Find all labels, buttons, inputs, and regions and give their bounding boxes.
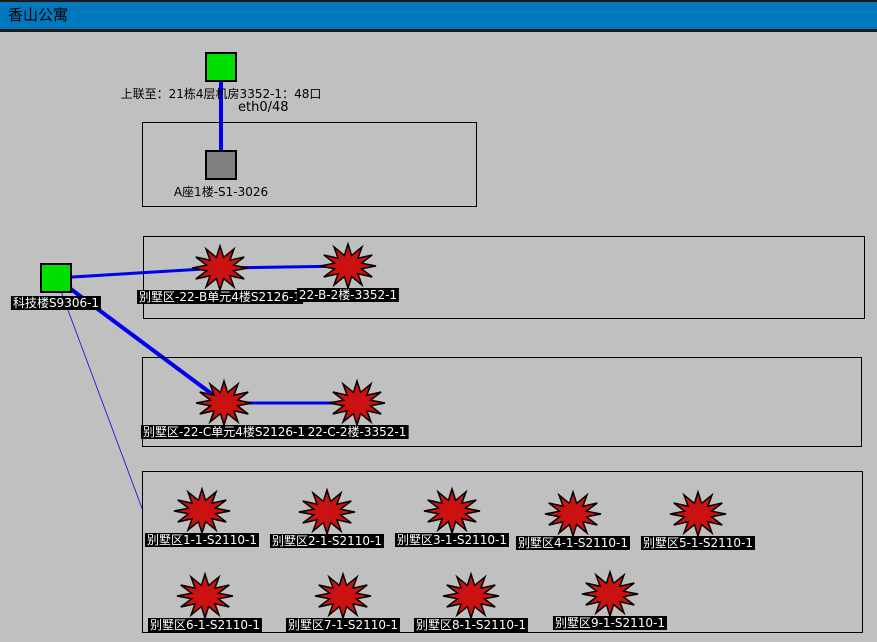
villa-9-1-label[interactable]: 别墅区9-1-S2110-1 <box>553 616 667 630</box>
uplink-port-label: eth0/48 <box>238 100 289 115</box>
villa-1-1-label[interactable]: 别墅区1-1-S2110-1 <box>145 533 259 547</box>
window-titlebar[interactable]: 香山公寓 <box>0 0 877 32</box>
villa-6-1-label[interactable]: 别墅区6-1-S2110-1 <box>148 618 262 632</box>
group-box-2 <box>143 236 865 319</box>
tech-building-switch-icon[interactable] <box>40 263 72 293</box>
a-block-switch-label[interactable]: A座1楼-S1-3026 <box>174 183 268 200</box>
villa-4-1-label[interactable]: 别墅区4-1-S2110-1 <box>516 536 630 550</box>
villa-3-1-label[interactable]: 别墅区3-1-S2110-1 <box>395 533 509 547</box>
villa-22b-unit-label[interactable]: 别墅区-22-B单元4楼S2126-1 <box>137 290 303 304</box>
uplink-switch-icon[interactable] <box>205 52 237 82</box>
villa-22c-unit-label[interactable]: 别墅区-22-C单元4楼S2126-1 <box>141 425 307 439</box>
link-tech-building-switch--villa-group-corner <box>56 278 143 511</box>
tech-building-switch-label[interactable]: 科技楼S9306-1 <box>11 296 101 310</box>
villa-22b-floor2-label[interactable]: 22-B-2楼-3352-1 <box>297 288 399 302</box>
villa-8-1-label[interactable]: 别墅区8-1-S2110-1 <box>414 618 528 632</box>
group-box-4 <box>142 471 863 633</box>
topology-canvas: 上联至：21栋4层机房3352-1：48口 A座1楼-S1-3026 科技楼S930… <box>0 0 877 642</box>
villa-2-1-label[interactable]: 别墅区2-1-S2110-1 <box>270 534 384 548</box>
villa-22c-floor2-label[interactable]: 22-C-2楼-3352-1 <box>306 425 409 439</box>
a-block-switch-icon[interactable] <box>205 150 237 180</box>
page-title: 香山公寓 <box>8 6 68 24</box>
villa-5-1-label[interactable]: 别墅区5-1-S2110-1 <box>641 536 755 550</box>
villa-7-1-label[interactable]: 别墅区7-1-S2110-1 <box>286 618 400 632</box>
uplink-switch-label[interactable]: 上联至：21栋4层机房3352-1：48口 <box>121 85 322 102</box>
